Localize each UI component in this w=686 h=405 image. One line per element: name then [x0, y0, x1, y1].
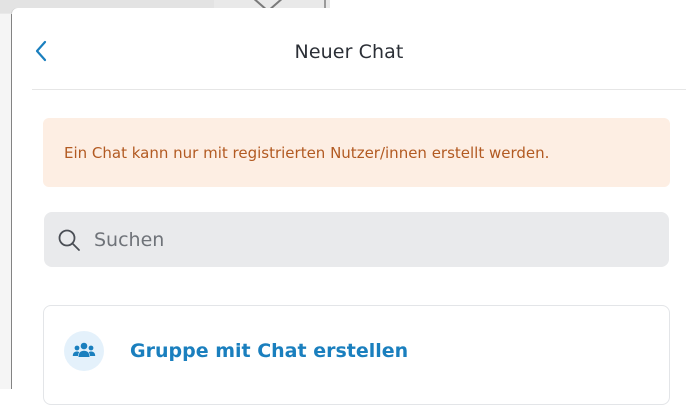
info-notice: Ein Chat kann nur mit registrierten Nutz… [43, 118, 670, 187]
search-icon [58, 229, 80, 251]
header: Neuer Chat [12, 8, 686, 90]
search-bar[interactable] [44, 212, 669, 267]
create-group-button[interactable]: Gruppe mit Chat erstellen [43, 305, 670, 405]
header-divider [32, 89, 686, 90]
background-window-edge [0, 14, 12, 389]
users-icon [72, 342, 96, 357]
new-chat-panel: Neuer Chat Ein Chat kann nur mit registr… [12, 8, 686, 405]
search-input[interactable] [94, 228, 654, 251]
page-title: Neuer Chat [294, 41, 404, 63]
notice-text: Ein Chat kann nur mit registrierten Nutz… [64, 143, 550, 162]
group-icon-badge [64, 331, 104, 371]
create-group-label: Gruppe mit Chat erstellen [130, 340, 409, 362]
